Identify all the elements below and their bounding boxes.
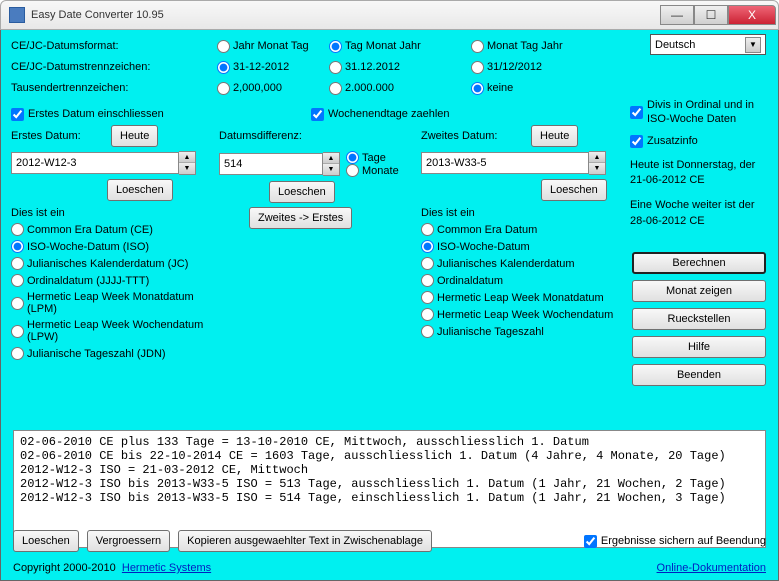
log-clear-button[interactable]: Loeschen <box>13 530 79 552</box>
sep-slash[interactable]: 31/12/2012 <box>471 61 542 74</box>
type1-jc[interactable]: Julianisches Kalenderdatum (JC) <box>11 257 219 270</box>
second-today-button[interactable]: Heute <box>531 125 578 147</box>
format-label: CE/JC-Datumsformat: <box>11 40 217 52</box>
second-clear-button[interactable]: Loeschen <box>541 179 607 201</box>
first-type-list: Common Era Datum (CE) ISO-Woche-Datum (I… <box>11 223 219 360</box>
type2-lpw[interactable]: Hermetic Leap Week Wochendatum <box>421 308 631 321</box>
sep-label: CE/JC-Datumstrennzeichen: <box>11 61 217 73</box>
calculate-button[interactable]: Berechnen <box>632 252 766 274</box>
today-info: Heute ist Donnerstag, der 21-06-2012 CE <box>630 158 766 189</box>
first-today-button[interactable]: Heute <box>111 125 158 147</box>
copyright-text: Copyright 2000-2010 <box>13 562 116 574</box>
bottom-bar: Loeschen Vergroessern Kopieren ausgewaeh… <box>13 530 766 552</box>
first-date-spinner[interactable]: ▲▼ <box>179 151 196 175</box>
type1-jdn[interactable]: Julianische Tageszahl (JDN) <box>11 347 219 360</box>
type1-lpm[interactable]: Hermetic Leap Week Monatdatum (LPM) <box>11 291 219 315</box>
close-button[interactable]: X <box>728 5 776 25</box>
sep-dash[interactable]: 31-12-2012 <box>217 61 329 74</box>
diff-spinner[interactable]: ▲▼ <box>323 152 340 176</box>
swap-button[interactable]: Zweites -> Erstes <box>249 207 352 229</box>
tsep-dot[interactable]: 2.000.000 <box>329 82 471 95</box>
first-clear-button[interactable]: Loeschen <box>107 179 173 201</box>
language-select[interactable]: Deutsch ▼ <box>650 34 766 55</box>
online-doc-link[interactable]: Online-Dokumentation <box>657 562 766 574</box>
second-type-list: Common Era Datum ISO-Woche-Datum Juliani… <box>421 223 631 338</box>
right-info-column: Divis in Ordinal und in ISO-Woche Daten … <box>630 98 766 229</box>
enlarge-button[interactable]: Vergroessern <box>87 530 170 552</box>
include-first-checkbox[interactable]: Erstes Datum einschliessen <box>11 108 311 121</box>
window-title: Easy Date Converter 10.95 <box>31 9 660 21</box>
week-info: Eine Woche weiter ist der 28-06-2012 CE <box>630 198 766 229</box>
chevron-up-icon: ▲ <box>589 152 605 163</box>
maximize-button[interactable]: ☐ <box>694 5 728 25</box>
divis-checkbox[interactable]: Divis in Ordinal und in ISO-Woche Daten <box>630 98 766 127</box>
type2-ce[interactable]: Common Era Datum <box>421 223 631 236</box>
chevron-down-icon: ▼ <box>589 163 605 174</box>
copy-button[interactable]: Kopieren ausgewaehlter Text in Zwischena… <box>178 530 432 552</box>
tsep-label: Tausendertrennzeichen: <box>11 82 217 94</box>
footer: Copyright 2000-2010 Hermetic Systems Onl… <box>13 562 766 574</box>
type1-iso[interactable]: ISO-Woche-Datum (ISO) <box>11 240 219 253</box>
diff-label: Datumsdifferenz: <box>219 130 302 142</box>
first-type-header: Dies ist ein <box>11 207 219 219</box>
diff-months[interactable]: Monate <box>346 164 399 177</box>
sep-dot[interactable]: 31.12.2012 <box>329 61 471 74</box>
type2-lpm[interactable]: Hermetic Leap Week Monatdatum <box>421 291 631 304</box>
exit-button[interactable]: Beenden <box>632 364 766 386</box>
tsep-comma[interactable]: 2,000,000 <box>217 82 329 95</box>
app-icon <box>9 7 25 23</box>
format-mdy[interactable]: Monat Tag Jahr <box>471 40 563 53</box>
type2-jc[interactable]: Julianisches Kalenderdatum <box>421 257 631 270</box>
zusatz-checkbox[interactable]: Zusatzinfo <box>630 135 766 148</box>
first-date-input[interactable]: ▲▼ <box>11 151 219 175</box>
second-date-spinner[interactable]: ▲▼ <box>589 151 606 175</box>
diff-clear-button[interactable]: Loeschen <box>269 181 335 203</box>
diff-input[interactable]: ▲▼ <box>219 152 340 176</box>
format-dmy[interactable]: Tag Monat Jahr <box>329 40 471 53</box>
type1-ce[interactable]: Common Era Datum (CE) <box>11 223 219 236</box>
client-area: Deutsch ▼ CE/JC-Datumsformat: Jahr Monat… <box>0 30 779 581</box>
action-buttons: Berechnen Monat zeigen Rueckstellen Hilf… <box>632 252 766 386</box>
second-type-header: Dies ist ein <box>421 207 631 219</box>
first-date-label: Erstes Datum: <box>11 130 111 142</box>
include-weekend-checkbox[interactable]: Wochenendtage zaehlen <box>311 108 450 121</box>
hermetic-link[interactable]: Hermetic Systems <box>122 562 211 574</box>
chevron-up-icon: ▲ <box>179 152 195 163</box>
type2-ord[interactable]: Ordinaldatum <box>421 274 631 287</box>
minimize-button[interactable]: — <box>660 5 694 25</box>
type2-jdn[interactable]: Julianische Tageszahl <box>421 325 631 338</box>
second-date-label: Zweites Datum: <box>421 130 531 142</box>
help-button[interactable]: Hilfe <box>632 336 766 358</box>
first-date-field[interactable] <box>11 152 179 174</box>
reset-button[interactable]: Rueckstellen <box>632 308 766 330</box>
type2-iso[interactable]: ISO-Woche-Datum <box>421 240 631 253</box>
type1-ord[interactable]: Ordinaldatum (JJJJ-TTT) <box>11 274 219 287</box>
chevron-down-icon: ▼ <box>745 37 761 53</box>
diff-days[interactable]: Tage <box>346 151 399 164</box>
diff-field[interactable] <box>219 153 323 175</box>
format-ymd[interactable]: Jahr Monat Tag <box>217 40 329 53</box>
chevron-down-icon: ▼ <box>179 163 195 174</box>
save-on-exit-checkbox[interactable]: Ergebnisse sichern auf Beendung <box>584 535 766 548</box>
titlebar: Easy Date Converter 10.95 — ☐ X <box>0 0 779 30</box>
show-month-button[interactable]: Monat zeigen <box>632 280 766 302</box>
chevron-down-icon: ▼ <box>323 164 339 175</box>
chevron-up-icon: ▲ <box>323 153 339 164</box>
type1-lpw[interactable]: Hermetic Leap Week Wochendatum (LPW) <box>11 319 219 343</box>
tsep-none[interactable]: keine <box>471 82 513 95</box>
language-value: Deutsch <box>655 39 695 51</box>
second-date-field[interactable] <box>421 152 589 174</box>
second-date-input[interactable]: ▲▼ <box>421 151 631 175</box>
